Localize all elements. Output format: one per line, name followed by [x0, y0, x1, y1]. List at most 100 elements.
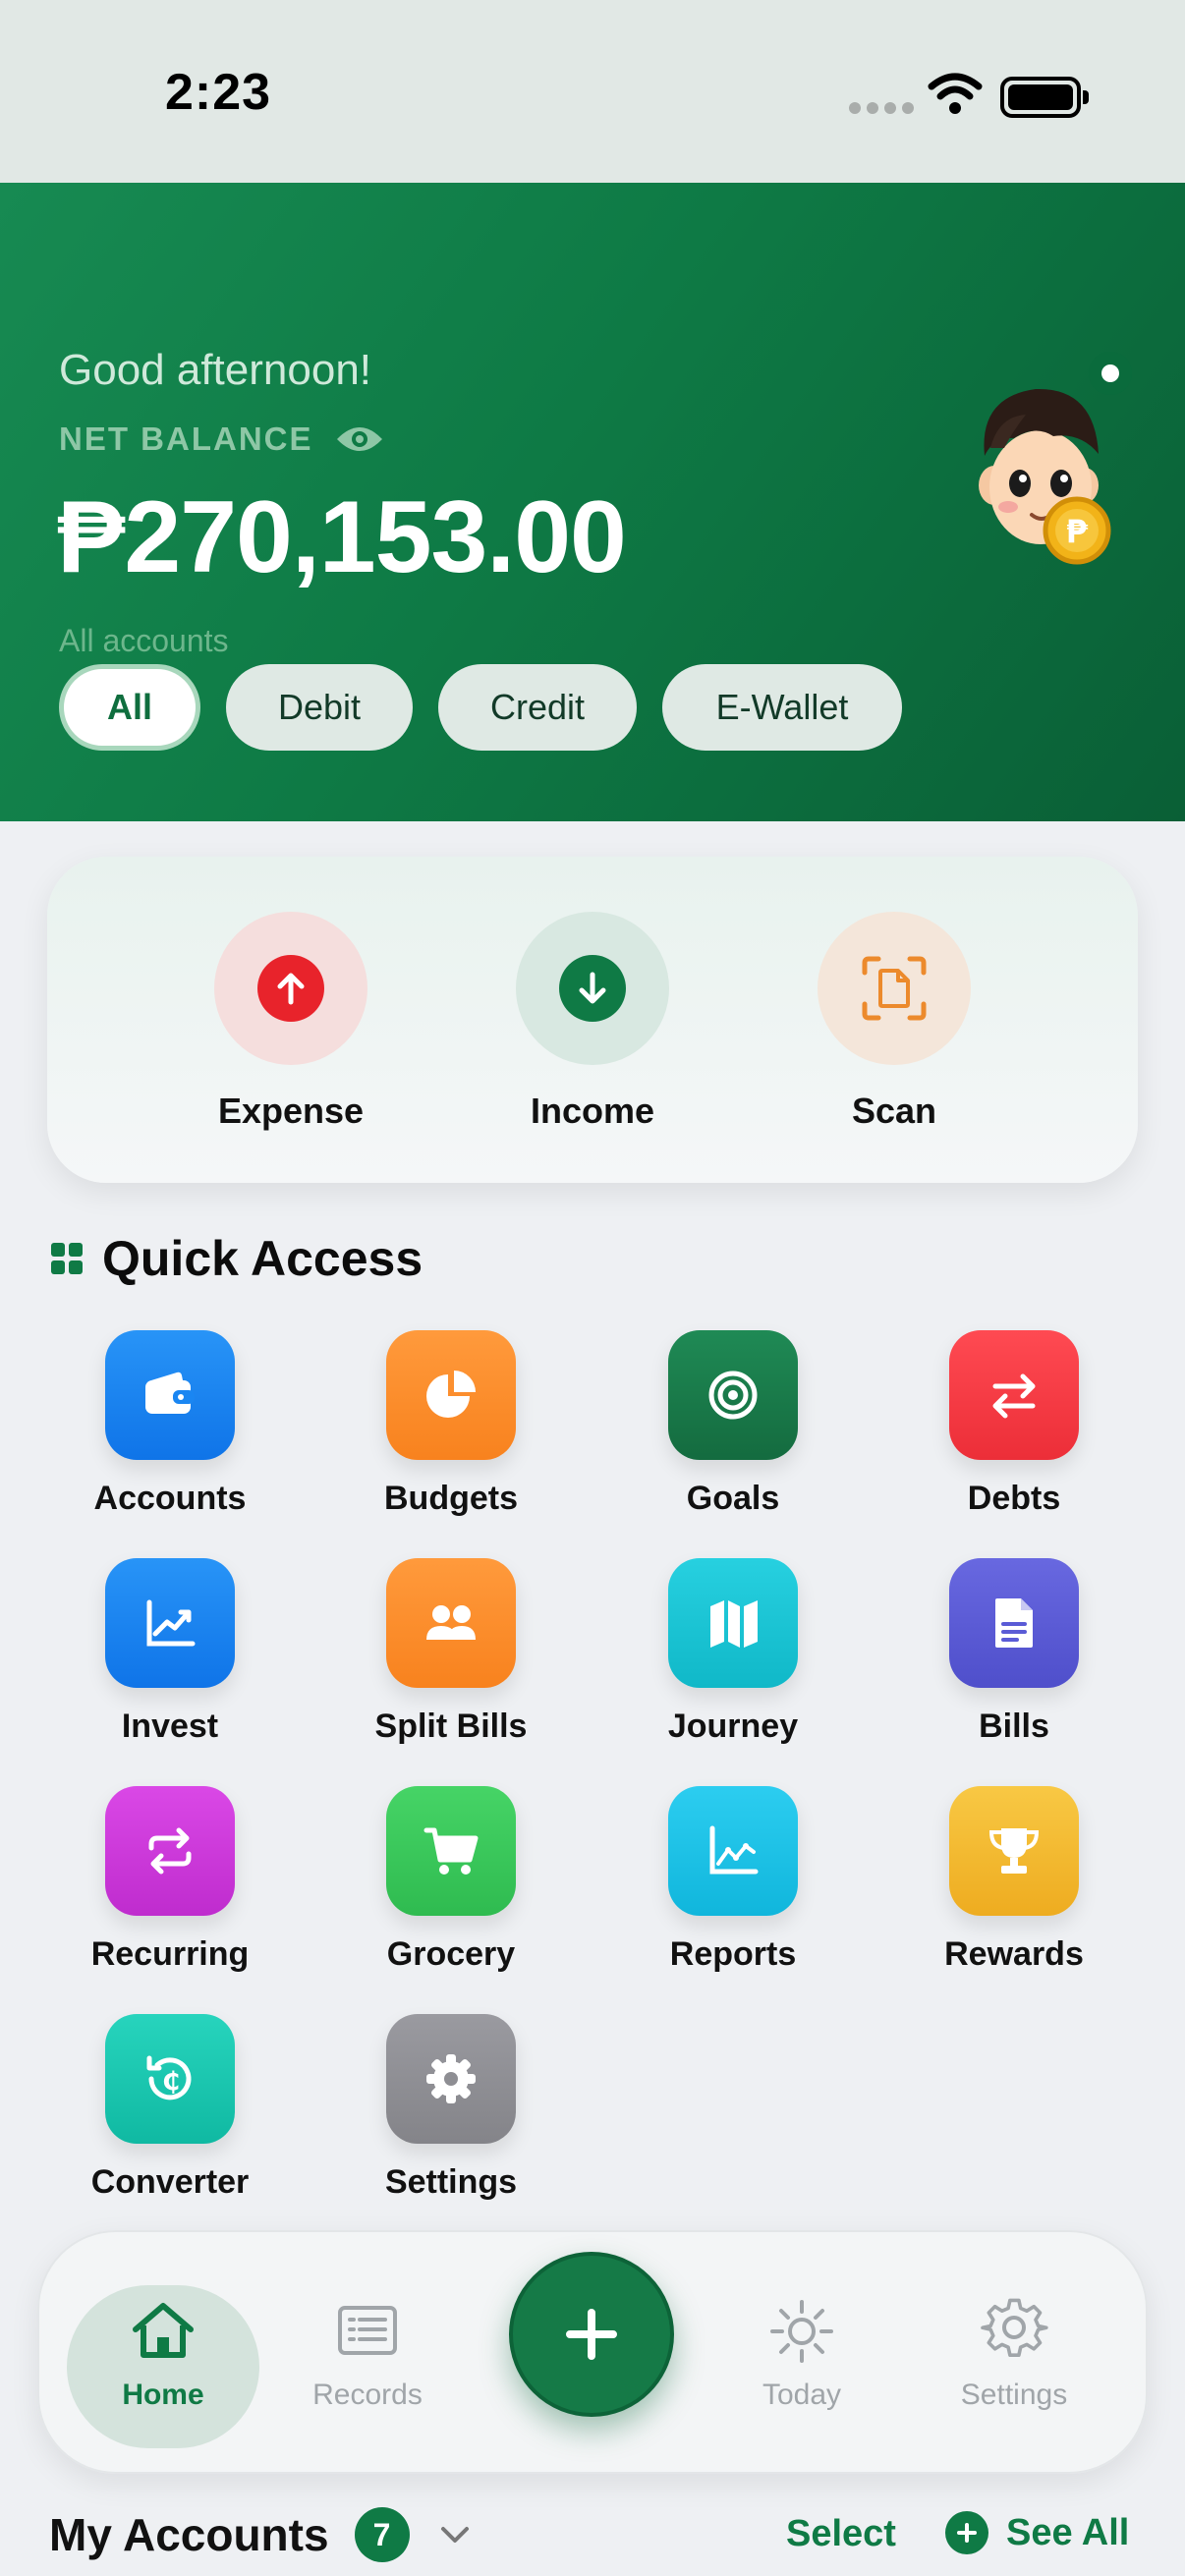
- house-icon: [133, 2303, 194, 2358]
- quick-access-label: Accounts: [93, 1480, 247, 1517]
- quick-access-label: Grocery: [386, 1935, 516, 1973]
- plus-icon: [945, 2511, 988, 2554]
- document-icon[interactable]: [949, 1558, 1079, 1688]
- online-status-dot: [1089, 352, 1132, 395]
- accounts-caption: All accounts: [59, 623, 229, 658]
- quick-access-journey[interactable]: Journey: [595, 1558, 871, 1746]
- eye-icon[interactable]: [335, 421, 384, 457]
- currency-convert-icon[interactable]: ₵: [105, 2014, 235, 2144]
- quick-access-recurring[interactable]: Recurring: [32, 1786, 308, 1974]
- cart-icon[interactable]: [386, 1786, 516, 1916]
- tab-records[interactable]: Records: [279, 2232, 456, 2476]
- quick-access-label: Converter: [90, 2163, 250, 2201]
- tab-today[interactable]: Today: [713, 2232, 890, 2476]
- line-chart-icon[interactable]: [668, 1786, 798, 1916]
- accounts-count-badge: 7: [354, 2507, 410, 2562]
- wallet-icon[interactable]: [105, 1330, 235, 1460]
- home-screen: 2:23 Good afternoon! NET BALANCE ₱270,15…: [0, 0, 1185, 2576]
- tab-label: Today: [762, 2379, 842, 2411]
- balance-header: Good afternoon! NET BALANCE ₱270,153.00 …: [0, 183, 1185, 821]
- expense-action[interactable]: Expense: [163, 912, 419, 1132]
- quick-access-debts[interactable]: Debts: [876, 1330, 1152, 1518]
- swap-arrows-icon[interactable]: [949, 1330, 1079, 1460]
- scan-document-icon: [862, 956, 927, 1021]
- plus-icon: [566, 2309, 617, 2360]
- signal-icon: [849, 102, 914, 114]
- quick-access-goals[interactable]: Goals: [595, 1330, 871, 1518]
- people-icon[interactable]: [386, 1558, 516, 1688]
- trend-chart-icon[interactable]: [105, 1558, 235, 1688]
- income-action[interactable]: Income: [465, 912, 720, 1132]
- gear-icon: [981, 2298, 1048, 2358]
- map-icon[interactable]: [668, 1558, 798, 1688]
- account-filter-chips: All Debit Credit E-Wallet: [59, 664, 902, 751]
- sun-icon: [770, 2300, 833, 2363]
- pie-chart-icon[interactable]: [386, 1330, 516, 1460]
- my-accounts-header: My Accounts 7: [49, 2507, 475, 2562]
- trophy-icon[interactable]: [949, 1786, 1079, 1916]
- quick-access-title: Quick Access: [102, 1231, 423, 1286]
- scan-action[interactable]: Scan: [766, 912, 1022, 1132]
- quick-actions-card: Expense Income Scan: [47, 857, 1138, 1183]
- quick-access-settings[interactable]: Settings: [313, 2014, 589, 2202]
- greeting-text: Good afternoon!: [59, 346, 372, 394]
- expense-icon-circle[interactable]: [214, 912, 367, 1065]
- quick-access-label: Recurring: [90, 1935, 250, 1973]
- quick-access-label: Bills: [979, 1708, 1049, 1745]
- tab-label: Settings: [960, 2379, 1068, 2411]
- tab-settings[interactable]: Settings: [926, 2232, 1102, 2476]
- quick-access-label: Budgets: [384, 1480, 518, 1517]
- quick-access-accounts[interactable]: Accounts: [32, 1330, 308, 1518]
- tab-label: Home: [122, 2379, 204, 2411]
- arrow-down-icon: [559, 955, 626, 1022]
- filter-chip-e-wallet[interactable]: E-Wallet: [662, 664, 902, 751]
- quick-access-budgets[interactable]: Budgets: [313, 1330, 589, 1518]
- tab-home[interactable]: Home: [67, 2232, 259, 2476]
- filter-chip-credit[interactable]: Credit: [438, 664, 637, 751]
- quick-access-converter[interactable]: ₵ Converter: [32, 2014, 308, 2202]
- gear-icon[interactable]: [386, 2014, 516, 2144]
- svg-text:₵: ₵: [162, 2067, 180, 2097]
- see-all-button[interactable]: See All: [945, 2511, 1129, 2554]
- quick-access-label: Goals: [686, 1480, 780, 1517]
- quick-access-invest[interactable]: Invest: [32, 1558, 308, 1746]
- quick-access-label: Rewards: [944, 1935, 1084, 1973]
- my-accounts-title: My Accounts: [49, 2509, 329, 2560]
- expense-label: Expense: [217, 1091, 365, 1131]
- svg-text:₱: ₱: [1066, 513, 1089, 550]
- net-balance-row: NET BALANCE: [59, 420, 384, 458]
- quick-access-label: Debts: [967, 1480, 1061, 1517]
- quick-access-reports[interactable]: Reports: [595, 1786, 871, 1974]
- records-icon: [338, 2306, 397, 2355]
- scan-icon-circle[interactable]: [818, 912, 971, 1065]
- income-icon-circle[interactable]: [516, 912, 669, 1065]
- add-record-button[interactable]: [509, 2252, 674, 2417]
- repeat-icon[interactable]: [105, 1786, 235, 1916]
- battery-icon: [1000, 77, 1089, 118]
- quick-access-split-bills[interactable]: Split Bills: [313, 1558, 589, 1746]
- quick-access-label: Split Bills: [374, 1708, 528, 1745]
- quick-access-label: Settings: [384, 2163, 518, 2201]
- status-time: 2:23: [165, 64, 272, 121]
- select-button[interactable]: Select: [786, 2513, 896, 2555]
- grid-icon: [51, 1243, 83, 1274]
- quick-access-header: Quick Access: [51, 1230, 423, 1287]
- filter-chip-all[interactable]: All: [59, 664, 200, 751]
- filter-chip-debit[interactable]: Debit: [226, 664, 413, 751]
- net-balance-amount: ₱270,153.00: [57, 480, 627, 594]
- quick-access-bills[interactable]: Bills: [876, 1558, 1152, 1746]
- scan-label: Scan: [851, 1091, 937, 1131]
- income-label: Income: [530, 1091, 655, 1131]
- see-all-label: See All: [1006, 2511, 1130, 2553]
- quick-access-label: Reports: [669, 1935, 797, 1973]
- quick-access-label: Journey: [667, 1708, 799, 1745]
- quick-access-grocery[interactable]: Grocery: [313, 1786, 589, 1974]
- wifi-icon: [928, 73, 983, 114]
- target-icon[interactable]: [668, 1330, 798, 1460]
- chevron-down-icon[interactable]: [435, 2515, 475, 2554]
- quick-access-rewards[interactable]: Rewards: [876, 1786, 1152, 1974]
- arrow-up-icon: [257, 955, 324, 1022]
- net-balance-label: NET BALANCE: [59, 420, 313, 457]
- tab-label: Records: [312, 2379, 423, 2411]
- status-bar: 2:23: [0, 0, 1185, 183]
